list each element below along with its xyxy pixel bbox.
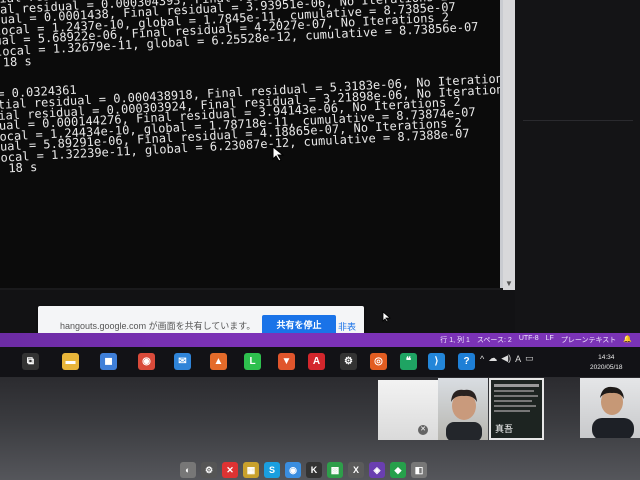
terminal-output: tial residual = 0.000439652, Final resid… xyxy=(0,0,500,175)
task-view-icon[interactable]: ⧉ xyxy=(22,353,39,370)
mail-icon[interactable]: ✉ xyxy=(174,353,191,370)
input-indicator[interactable]: A xyxy=(515,354,521,364)
editor-status-bar: 行 1, 列 1 スペース: 2 UTF-8 LF プレーンテキスト 🔔 xyxy=(0,333,640,347)
divider xyxy=(523,120,633,121)
dock-app-icon[interactable]: ✕ xyxy=(222,462,238,478)
terminal-scrollbar[interactable]: ▼ xyxy=(503,0,515,290)
vscode-icon[interactable]: ⟩ xyxy=(428,353,445,370)
clock-time: 14:34 xyxy=(598,354,615,361)
file-explorer-icon[interactable]: ▬ xyxy=(62,353,79,370)
share-message: hangouts.google.com が画面を共有しています。 xyxy=(60,321,256,331)
video-tile-participant[interactable] xyxy=(438,378,488,440)
dock-app-icon[interactable]: ◧ xyxy=(411,462,427,478)
video-tile-participant[interactable] xyxy=(580,378,640,438)
encoding-setting[interactable]: UTF-8 xyxy=(519,335,539,345)
settings-gear-icon[interactable]: ⚙ xyxy=(340,353,357,370)
acrobat-icon[interactable]: A xyxy=(308,353,325,370)
chrome-icon[interactable]: ◉ xyxy=(138,353,155,370)
cursor-position[interactable]: 行 1, 列 1 xyxy=(440,335,470,345)
taskbar-clock[interactable]: 14:34 2020/05/18 xyxy=(590,353,623,373)
brave-icon[interactable]: ▼ xyxy=(278,353,295,370)
line-icon[interactable]: L xyxy=(244,353,261,370)
pointer-cursor-icon xyxy=(382,311,392,323)
system-tray: ^ ☁ ◀) A ▭ xyxy=(480,353,534,364)
skype-icon[interactable]: S xyxy=(264,462,280,478)
dock-app-icon[interactable]: ◈ xyxy=(369,462,385,478)
editor-background xyxy=(515,0,640,335)
dock-app-icon[interactable]: ◉ xyxy=(285,462,301,478)
hangouts-icon[interactable]: ❝ xyxy=(400,353,417,370)
dock-app-icon[interactable]: X xyxy=(348,462,364,478)
notification-bell-icon[interactable]: 🔔 xyxy=(623,335,632,345)
participant-avatar xyxy=(446,389,482,440)
help-icon[interactable]: ? xyxy=(458,353,475,370)
mic-off-icon: ✕ xyxy=(418,425,428,435)
second-monitor-dock: ◐ ⚙ ✕ ▦ S ◉ K ▩ X ◈ ◆ ◧ xyxy=(180,462,427,478)
video-tile-empty[interactable]: ✕ xyxy=(378,380,438,440)
mouse-cursor-icon xyxy=(272,146,285,162)
scroll-down-icon[interactable]: ▼ xyxy=(503,279,515,288)
store-icon[interactable]: ◼ xyxy=(100,353,117,370)
language-mode[interactable]: プレーンテキスト xyxy=(561,335,616,345)
participant-name: 真吾 xyxy=(495,424,514,434)
video-tile-shared-screen[interactable]: 真吾 xyxy=(489,378,544,440)
eol-setting[interactable]: LF xyxy=(546,335,554,345)
clock-date: 2020/05/18 xyxy=(590,364,623,371)
windows-taskbar: ⧉ ▬ ◼ ◉ ✉ ▲ L ▼ A ⚙ ◎ ❝ ⟩? ^ ☁ ◀) A ▭ 14:34 2020/05/… xyxy=(0,347,640,377)
dock-app-icon[interactable]: ◆ xyxy=(390,462,406,478)
dock-app-icon[interactable]: K xyxy=(306,462,322,478)
indentation-setting[interactable]: スペース: 2 xyxy=(477,335,512,345)
cloud-icon[interactable]: ☁ xyxy=(488,353,497,364)
ubuntu-icon[interactable]: ◎ xyxy=(370,353,387,370)
display-icon[interactable]: ▭ xyxy=(525,353,534,364)
volume-icon[interactable]: ◀) xyxy=(501,353,511,364)
chevron-up-icon[interactable]: ^ xyxy=(480,354,484,364)
dock-app-icon[interactable]: ▦ xyxy=(243,462,259,478)
dock-app-icon[interactable]: ▩ xyxy=(327,462,343,478)
terminal-window[interactable]: tial residual = 0.000439652, Final resid… xyxy=(0,0,503,288)
matlab-icon[interactable]: ▲ xyxy=(210,353,227,370)
stop-sharing-button[interactable]: 共有を停止 xyxy=(262,315,336,335)
participant-avatar xyxy=(592,386,634,438)
dock-app-icon[interactable]: ⚙ xyxy=(201,462,217,478)
dock-app-icon[interactable]: ◐ xyxy=(180,462,196,478)
